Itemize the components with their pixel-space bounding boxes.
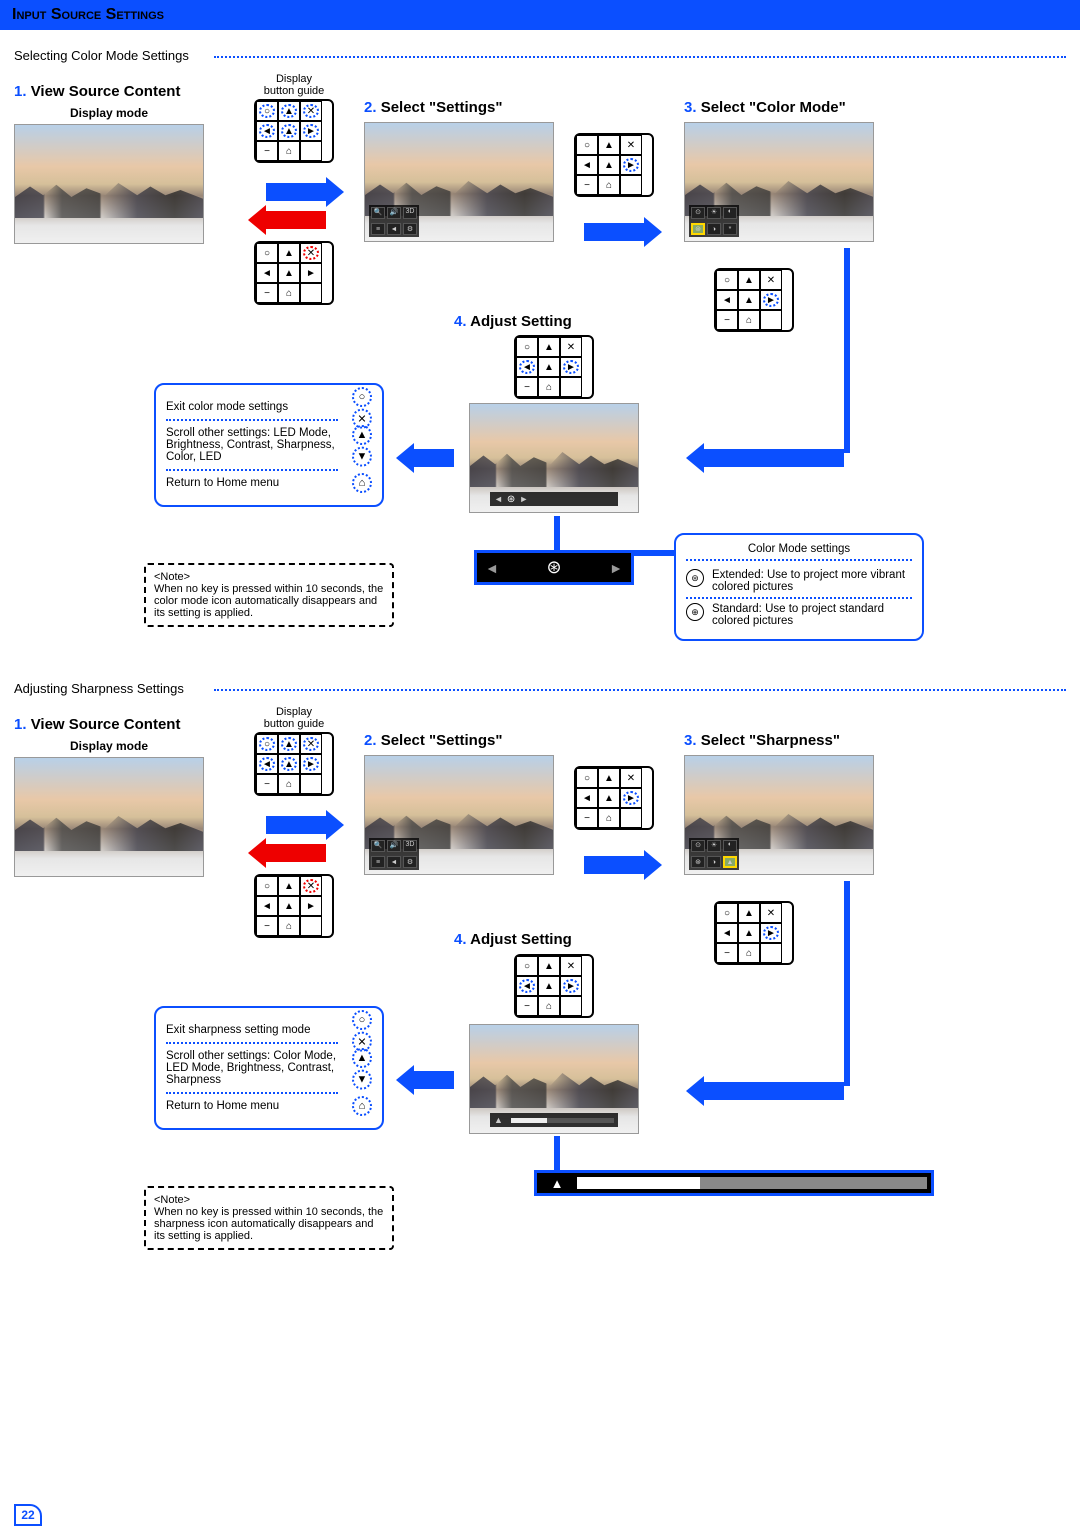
up-icon: ▲ <box>352 1048 372 1068</box>
flow-line <box>844 881 850 1086</box>
legend-exit: Exit sharpness setting mode ○ ✕ <box>166 1018 338 1044</box>
arrow-right-icon <box>266 816 326 834</box>
keypad-any-highlight: ○▲✕ ◄▲► −⌂ <box>254 732 334 796</box>
page-number: 22 <box>14 1504 42 1526</box>
s2-step3-title: 3. Select "Sharpness" <box>684 732 874 749</box>
arrow-left-icon <box>266 844 326 862</box>
flow-line <box>844 248 850 453</box>
display-mode-label: Display mode <box>14 106 204 120</box>
color-mode-settings-box: Color Mode settings ⊛ Extended: Use to p… <box>674 533 924 641</box>
keypad-right-highlight: ○▲✕ ◄▲► −⌂ <box>714 901 794 965</box>
sharpness-slider[interactable]: ▲ <box>534 1170 934 1196</box>
down-icon: ▼ <box>352 1070 372 1090</box>
adjust-thumbnail: ◄⊛► <box>469 403 639 513</box>
cm-standard: ⊕ Standard: Use to project standard colo… <box>686 599 912 631</box>
source-thumbnail <box>14 124 204 244</box>
arrow-left-icon <box>266 211 326 229</box>
legend-exit: Exit color mode settings ○ ✕ <box>166 395 338 421</box>
legend-box: Exit sharpness setting mode ○ ✕ Scroll o… <box>154 1006 384 1130</box>
source-thumbnail <box>14 757 204 877</box>
section-sharpness-title: Adjusting Sharpness Settings <box>14 681 1066 696</box>
down-icon: ▼ <box>352 447 372 467</box>
s2-step4-title: 4. Adjust Setting <box>454 931 572 948</box>
keypad-any-highlight: ○▲✕ ◄▲► −⌂ <box>254 99 334 163</box>
legend-home: Return to Home menu ⌂ <box>166 471 338 495</box>
extended-icon: ⊛ <box>686 569 704 587</box>
standard-icon: ⊕ <box>686 603 704 621</box>
circle-icon: ○ <box>352 387 372 407</box>
flow-line <box>634 550 674 556</box>
s2-step2-title: 2. Select "Settings" <box>364 732 554 749</box>
step1-title: 1. View Source Content <box>14 83 204 100</box>
note-box: <Note> When no key is pressed within 10 … <box>144 563 394 627</box>
button-guide-label: Display button guide <box>254 706 334 730</box>
prev-icon[interactable]: ◄ <box>485 560 499 576</box>
button-guide-label: Display button guide <box>254 73 334 97</box>
color-mode-icon: ⊛ <box>546 557 561 578</box>
cm-extended: ⊛ Extended: Use to project more vibrant … <box>686 565 912 599</box>
slider-track[interactable] <box>577 1177 927 1189</box>
arrow-right-icon <box>584 856 644 874</box>
settings-thumbnail: 🔍🔊3D ≡◄⚙ <box>364 122 554 242</box>
step4-title: 4. Adjust Setting <box>454 313 572 330</box>
arrow-right-icon <box>584 223 644 241</box>
settings-thumbnail: 🔍🔊3D ≡◄⚙ <box>364 755 554 875</box>
legend-home: Return to Home menu ⌂ <box>166 1094 338 1118</box>
display-mode-label: Display mode <box>14 739 204 753</box>
cm-settings-title: Color Mode settings <box>686 543 912 561</box>
keypad-lr-highlight: ○▲✕ ◄▲► −⌂ <box>514 954 594 1018</box>
circle-icon: ○ <box>352 1010 372 1030</box>
flow-line <box>554 1136 560 1170</box>
arrow-left-icon <box>704 1082 844 1100</box>
home-icon: ⌂ <box>352 1096 372 1116</box>
note-box: <Note> When no key is pressed within 10 … <box>144 1186 394 1250</box>
sharpness-thumbnail: ⊙☀◐ ⊛◑▲ <box>684 755 874 875</box>
keypad-right-highlight: ○▲✕ ◄▲► −⌂ <box>574 766 654 830</box>
color-mode-selector[interactable]: ◄ ⊛ ► <box>474 550 634 585</box>
arrow-left-icon <box>414 1071 454 1089</box>
up-icon: ▲ <box>352 425 372 445</box>
arrow-left-icon <box>414 449 454 467</box>
keypad-lr-highlight: ○▲✕ ◄▲► −⌂ <box>514 335 594 399</box>
legend-box: Exit color mode settings ○ ✕ Scroll othe… <box>154 383 384 507</box>
colormode-thumbnail: ⊙☀◐ ⊛◑* <box>684 122 874 242</box>
next-icon[interactable]: ► <box>609 560 623 576</box>
slider-fill <box>577 1177 700 1189</box>
s2-step1-title: 1. View Source Content <box>14 716 204 733</box>
step2-title: 2. Select "Settings" <box>364 99 554 116</box>
keypad-right-highlight: ○▲✕ ◄▲► −⌂ <box>574 133 654 197</box>
sharpness-icon: ▲ <box>537 1173 577 1193</box>
keypad-right-highlight: ○▲✕ ◄▲► −⌂ <box>714 268 794 332</box>
keypad-close-highlight: ○▲✕ ◄▲► −⌂ <box>254 874 334 938</box>
keypad-close-highlight: ○▲✕ ◄▲► −⌂ <box>254 241 334 305</box>
adjust-thumbnail: ▲ <box>469 1024 639 1134</box>
section-color-mode-title: Selecting Color Mode Settings <box>14 48 1066 63</box>
page-header: Input Source Settings <box>0 0 1080 30</box>
arrow-right-icon <box>266 183 326 201</box>
step3-title: 3. Select "Color Mode" <box>684 99 874 116</box>
arrow-left-icon <box>704 449 844 467</box>
flow-line <box>554 516 560 550</box>
legend-scroll: Scroll other settings: LED Mode, Brightn… <box>166 421 338 471</box>
home-icon: ⌂ <box>352 473 372 493</box>
legend-scroll: Scroll other settings: Color Mode, LED M… <box>166 1044 338 1094</box>
